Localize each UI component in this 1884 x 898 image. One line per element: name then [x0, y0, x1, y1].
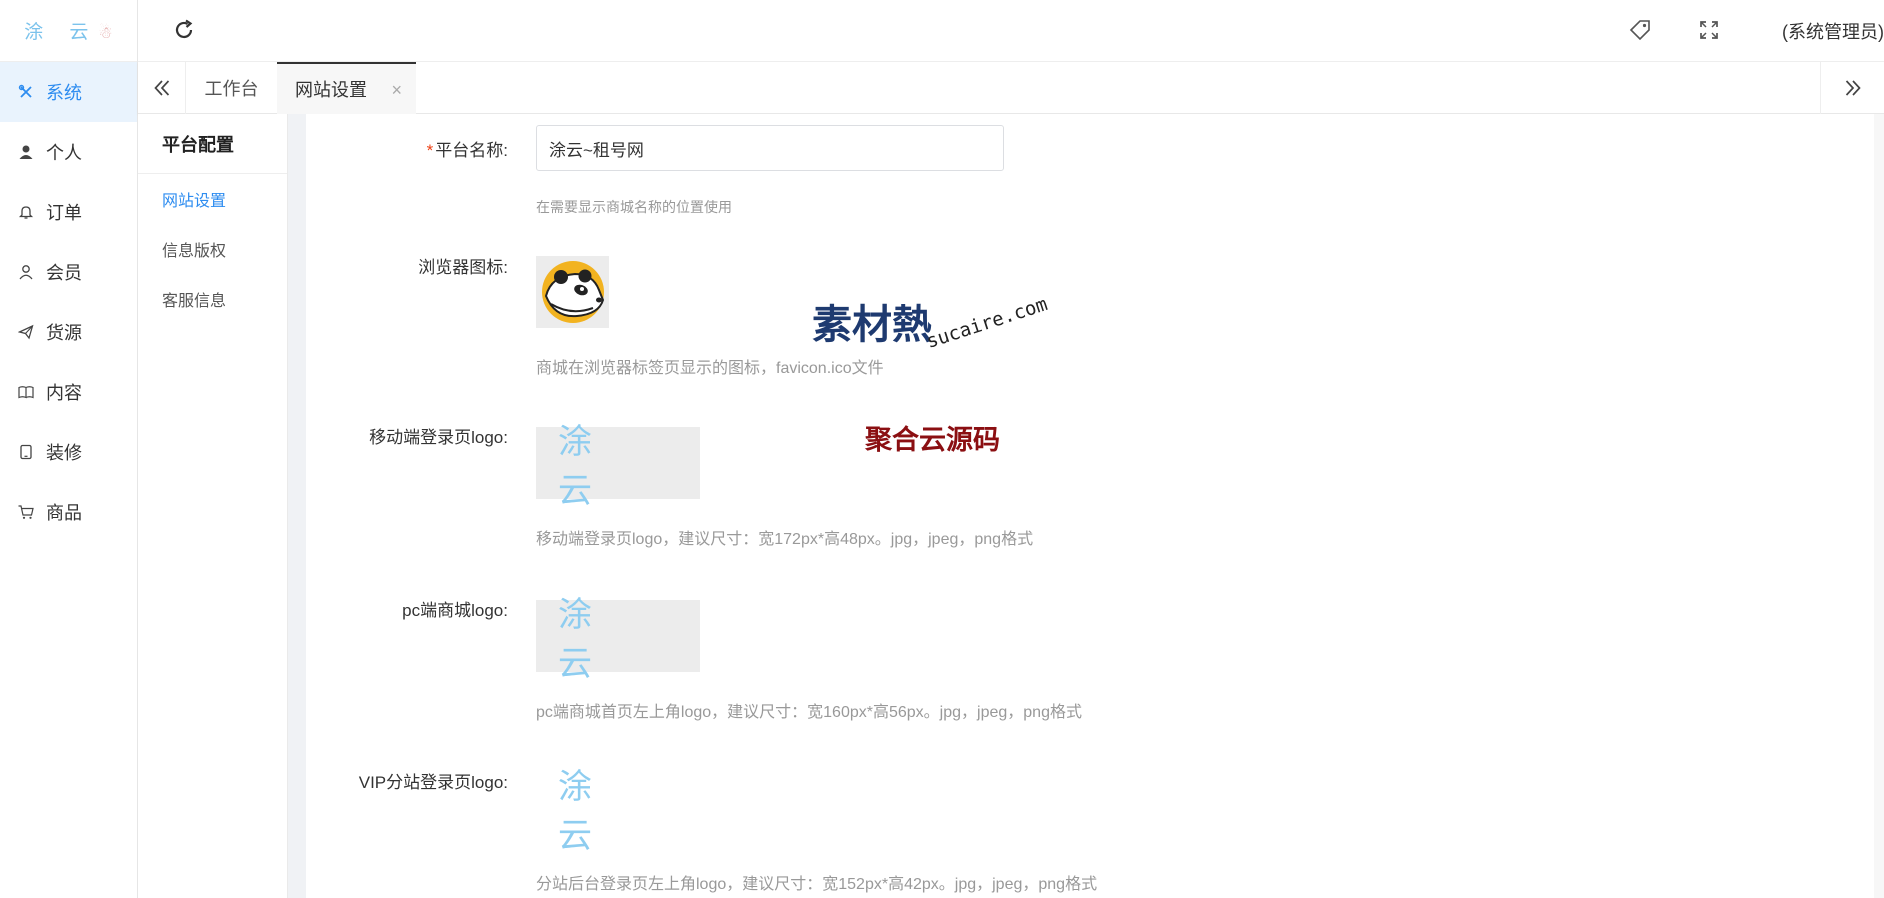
tabs-scroll-right-icon[interactable]: [1820, 62, 1884, 114]
fullscreen-icon[interactable]: [1699, 20, 1719, 40]
watermark-source: 聚合云源码: [865, 425, 1000, 456]
mobile-logo-preview: 涂 云: [558, 422, 616, 511]
submenu-item-site-settings[interactable]: 网站设置: [138, 174, 287, 224]
vip-logo-preview: 涂 云: [558, 767, 616, 856]
sidebar-item-members[interactable]: 会员: [0, 242, 137, 302]
sidebar-item-label: 订单: [46, 203, 82, 223]
settings-submenu: 平台配置 网站设置 信息版权 客服信息: [138, 114, 288, 898]
vip-login-logo-hint: 分站后台登录页左上角logo，建议尺寸：宽152px*高42px。jpg，jpe…: [536, 876, 1098, 893]
required-mark: *: [426, 141, 434, 160]
sidebar-item-label: 个人: [46, 143, 82, 163]
cart-icon: [18, 504, 34, 520]
platform-name-input[interactable]: [536, 125, 1004, 171]
refresh-icon[interactable]: [172, 18, 196, 42]
sidebar-item-label: 会员: [46, 263, 82, 283]
tag-icon[interactable]: [1629, 19, 1651, 41]
bell-icon: [18, 204, 34, 220]
person-outline-icon: [18, 264, 34, 280]
pc-logo-hint: pc端商城首页左上角logo，建议尺寸：宽160px*高56px。jpg，jpe…: [536, 704, 1082, 721]
sidebar-item-supply[interactable]: 货源: [0, 302, 137, 362]
sidebar-item-label: 系统: [46, 83, 82, 103]
submenu-item-copyright[interactable]: 信息版权: [138, 224, 287, 274]
submenu-item-customer-service[interactable]: 客服信息: [138, 274, 287, 324]
sidebar-item-decoration[interactable]: 装修: [0, 422, 137, 482]
tab-label: 工作台: [204, 79, 259, 99]
sidebar-item-products[interactable]: 商品: [0, 482, 137, 542]
mascot-icon: ☃: [98, 23, 113, 42]
vertical-scrollbar[interactable]: [1874, 114, 1884, 898]
user-role-label[interactable]: (系统管理员): [1782, 18, 1884, 44]
settings-form: *平台名称: 在需要显示商城名称的位置使用 浏览器图标: 商城在浏览器标签页显示…: [306, 114, 1884, 898]
sidebar-item-label: 内容: [46, 383, 82, 403]
pc-logo-upload[interactable]: 涂 云: [536, 595, 700, 684]
sidebar-item-personal[interactable]: 个人: [0, 122, 137, 182]
tools-icon: [18, 84, 34, 100]
mobile-login-logo-label: 移动端登录页logo:: [369, 428, 508, 447]
mobile-login-logo-hint: 移动端登录页logo，建议尺寸：宽172px*高48px。jpg，jpeg，pn…: [536, 531, 1034, 548]
sidebar-item-system[interactable]: 系统: [0, 62, 137, 122]
sidebar-item-content[interactable]: 内容: [0, 362, 137, 422]
watermark-text: 素材熱: [812, 302, 932, 348]
brand-logo[interactable]: 涂 云☃: [0, 0, 137, 62]
brand-logo-text: 涂 云☃: [24, 21, 113, 43]
vip-login-logo-upload[interactable]: 涂 云: [536, 767, 700, 856]
tab-site-settings[interactable]: 网站设置 ×: [277, 62, 416, 114]
tabs-bar: 工作台 网站设置 ×: [138, 62, 1884, 114]
platform-name-hint: 在需要显示商城名称的位置使用: [536, 199, 732, 215]
main-nav: 系统 个人 订单 会员 货源 内容 装修 商品: [0, 62, 137, 542]
book-icon: [18, 384, 34, 400]
main-sidebar: 涂 云☃ 系统 个人 订单 会员 货源 内容 装修 商品: [0, 0, 138, 898]
sidebar-item-label: 装修: [46, 443, 82, 463]
watermark-sucaire: 素材熱 sucaire.com: [812, 292, 1050, 353]
paper-plane-icon: [18, 324, 34, 340]
submenu-title: 平台配置: [138, 114, 287, 174]
tab-label: 网站设置: [295, 80, 367, 100]
pc-logo-label: pc端商城logo:: [402, 601, 508, 620]
close-icon[interactable]: ×: [391, 80, 402, 101]
person-filled-icon: [18, 144, 34, 160]
platform-name-label: * 平台名称:: [426, 141, 508, 160]
browser-icon-label: 浏览器图标:: [418, 258, 508, 277]
vip-login-logo-label: VIP分站登录页logo:: [358, 773, 508, 792]
top-header: (系统管理员): [138, 0, 1884, 62]
mobile-login-logo-upload[interactable]: 涂 云: [536, 422, 700, 511]
sidebar-item-orders[interactable]: 订单: [0, 182, 137, 242]
pc-logo-preview: 涂 云: [558, 595, 616, 684]
panda-favicon-icon: [541, 261, 604, 323]
tablet-icon: [18, 444, 34, 460]
favicon-upload[interactable]: [536, 256, 609, 328]
sidebar-item-label: 商品: [46, 503, 82, 523]
tabs-scroll-left-icon[interactable]: [138, 62, 186, 114]
sidebar-item-label: 货源: [46, 323, 82, 343]
content-gutter: [288, 114, 306, 898]
browser-icon-hint: 商城在浏览器标签页显示的图标，favicon.ico文件: [536, 360, 884, 377]
tab-workbench[interactable]: 工作台: [186, 62, 277, 114]
